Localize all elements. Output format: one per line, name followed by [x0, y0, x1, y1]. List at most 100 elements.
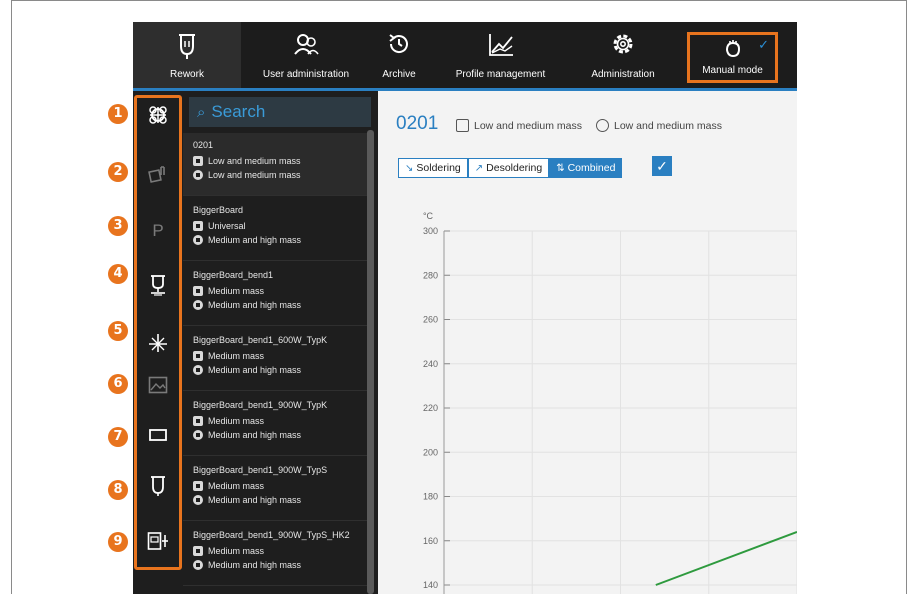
chart-icon	[433, 32, 568, 62]
mode-desoldering-label: Desoldering	[486, 162, 543, 174]
nav-archive-label: Archive	[382, 69, 416, 80]
component-icon[interactable]	[133, 97, 183, 133]
chart-y-tick-label: 140	[423, 580, 438, 590]
search-input[interactable]	[211, 102, 352, 122]
profile-list-item[interactable]: BiggerBoard_bend1 Medium mass Medium and…	[183, 263, 369, 326]
profile-title: 0201	[396, 113, 439, 134]
mass-board-icon	[193, 235, 203, 245]
nav-rework[interactable]: Rework	[133, 22, 241, 88]
desoldering-icon: ↗	[474, 162, 484, 174]
profile-line-2: Medium and high mass	[193, 363, 369, 377]
mode-toggle-group: ↘ Soldering ↗ Desoldering ⇅ Combined	[398, 158, 623, 178]
profile-line-1-text: Medium mass	[208, 481, 265, 491]
chart-grid	[443, 230, 797, 594]
nav-admin-label: Administration	[591, 69, 655, 80]
profile-list-item[interactable]: BiggerBoard_bend1_900W_TypK Medium mass …	[183, 393, 369, 456]
list-scrollbar[interactable]	[367, 130, 374, 594]
mass-board-icon	[193, 170, 203, 180]
mass-heater-icon	[193, 416, 203, 426]
image-icon[interactable]	[133, 367, 183, 403]
mass-heater-icon	[193, 286, 203, 296]
gear-icon	[573, 32, 673, 62]
chart-y-axis: 300 280 260 240 220 200 180 160 140	[423, 226, 450, 594]
profile-line-2: Medium and high mass	[193, 558, 369, 572]
settings-io-icon[interactable]	[133, 523, 183, 559]
profile-line-1-text: Medium mass	[208, 416, 265, 426]
profile-line-1-text: Medium mass	[208, 546, 265, 556]
profile-line-2-text: Low and medium mass	[208, 170, 301, 180]
callout-marker-3: 3	[108, 216, 128, 236]
profile-line-1: Medium mass	[193, 284, 369, 298]
nav-user-administration[interactable]: User administration	[241, 22, 371, 88]
profile-list-item[interactable]: BiggerBoard_bend1_900W_TypS Medium mass …	[183, 458, 369, 521]
nav-manual-label: Manual mode	[702, 65, 763, 76]
profile-list-panel: ⌕ 0201 Low and medium mass Low and mediu…	[183, 91, 378, 594]
profile-line-2-text: Medium and high mass	[208, 235, 302, 245]
nav-profile-management[interactable]: Profile management	[433, 22, 568, 88]
active-check-icon: ✓	[758, 37, 769, 52]
mass-board-icon	[193, 365, 203, 375]
combined-icon: ⇅	[556, 162, 565, 174]
checkbox-checked-icon[interactable]: ✓	[652, 156, 672, 176]
users-icon	[241, 32, 371, 62]
chart-y-tick-label: 160	[423, 536, 438, 546]
chart-y-tick-label: 300	[423, 226, 438, 236]
profile-name: 0201	[193, 140, 214, 150]
callout-marker-5: 5	[108, 321, 128, 341]
heater-mass-info: Low and medium mass	[456, 119, 582, 132]
profile-line-2: Medium and high mass	[193, 493, 369, 507]
profile-line-1: Medium mass	[193, 414, 369, 428]
chart-series	[655, 530, 797, 586]
profile-line-1: Medium mass	[193, 479, 369, 493]
callout-marker-4: 4	[108, 264, 128, 284]
profile-line-2-text: Medium and high mass	[208, 560, 302, 570]
heater-mass-text: Low and medium mass	[474, 119, 582, 132]
placement-icon[interactable]	[133, 267, 183, 303]
profile-list-item[interactable]: BiggerBoard Universal Medium and high ma…	[183, 198, 369, 261]
profile-name: BiggerBoard_bend1_900W_TypS	[193, 465, 328, 475]
profile-name: BiggerBoard_bend1	[193, 270, 274, 280]
chart-y-tick-label: 280	[423, 270, 438, 280]
profile-line-2: Low and medium mass	[193, 168, 369, 182]
profile-name: BiggerBoard	[193, 205, 244, 215]
profile-name: BiggerBoard_bend1_600W_TypK	[193, 335, 328, 345]
nozzle-icon[interactable]	[133, 155, 183, 191]
callout-marker-6: 6	[108, 374, 128, 394]
mode-soldering-button[interactable]: ↘ Soldering	[398, 158, 468, 178]
heater-icon[interactable]	[133, 468, 183, 504]
mass-heater-icon	[193, 156, 203, 166]
profile-list-item[interactable]: BiggerBoard_bend1_900W_TypS_HK2 Medium m…	[183, 523, 369, 586]
mode-desoldering-button[interactable]: ↗ Desoldering	[467, 158, 550, 178]
callout-marker-7: 7	[108, 427, 128, 447]
rectangle-icon[interactable]	[133, 417, 183, 453]
mass-heater-icon	[193, 351, 203, 361]
chart-y-tick-label: 180	[423, 492, 438, 502]
search-box[interactable]: ⌕	[189, 97, 371, 127]
nav-manual-mode[interactable]: ✓ Manual mode	[687, 32, 778, 83]
profile-line-1-text: Universal	[208, 221, 246, 231]
board-mass-info: Low and medium mass	[596, 119, 722, 132]
mode-combined-button[interactable]: ⇅ Combined	[549, 158, 623, 178]
mass-board-icon	[193, 560, 203, 570]
nav-archive[interactable]: Archive	[371, 22, 427, 88]
light-icon[interactable]	[133, 325, 183, 361]
profile-line-1: Low and medium mass	[193, 154, 369, 168]
profile-list-item[interactable]: 0201 Low and medium mass Low and medium …	[183, 133, 369, 196]
profile-p-icon[interactable]: P	[133, 213, 183, 249]
profile-line-1: Medium mass	[193, 349, 369, 363]
profile-line-2: Medium and high mass	[193, 233, 369, 247]
profile-line-1: Medium mass	[193, 544, 369, 558]
profile-line-2-text: Medium and high mass	[208, 430, 302, 440]
profile-line-2-text: Medium and high mass	[208, 495, 302, 505]
nav-profile-label: Profile management	[455, 69, 546, 80]
nav-administration[interactable]: Administration	[573, 22, 673, 88]
profile-line-1: Universal	[193, 219, 369, 233]
profile-list-item[interactable]: BiggerBoard_bend1_600W_TypK Medium mass …	[183, 328, 369, 391]
chart-y-axis-label: °C	[423, 211, 434, 221]
callout-marker-2: 2	[108, 162, 128, 182]
mass-board-icon	[193, 300, 203, 310]
mode-combined-label: Combined	[567, 162, 616, 174]
chart-y-tick-label: 220	[423, 403, 438, 413]
callout-marker-1: 1	[108, 104, 128, 124]
soldering-icon: ↘	[405, 162, 414, 174]
